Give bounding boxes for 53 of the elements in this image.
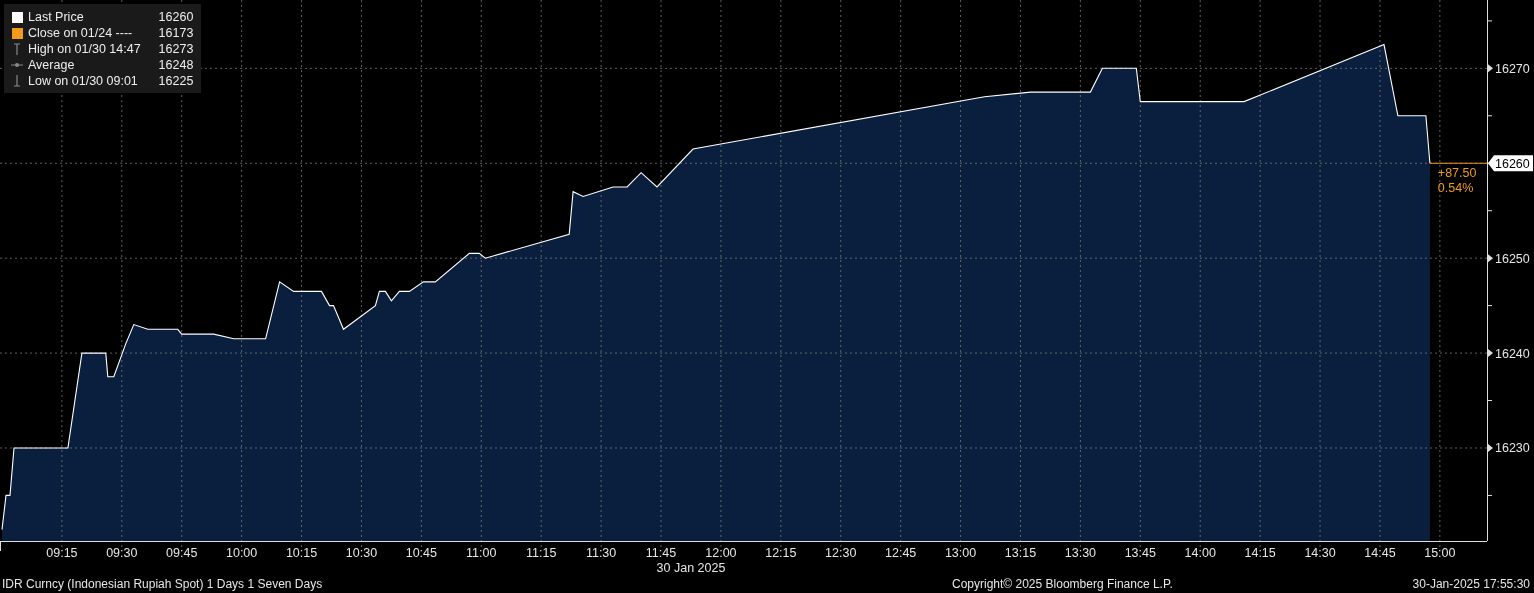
axis-label: 09:30 xyxy=(106,546,138,560)
copyright-text: Copyright© 2025 Bloomberg Finance L.P. xyxy=(951,577,1173,591)
y-tick-label: 16230 xyxy=(1495,441,1530,456)
axis-label: 13:00 xyxy=(944,546,977,560)
legend-label: Last Price xyxy=(28,9,85,25)
y-tick-label: 16240 xyxy=(1495,346,1530,361)
security-description: IDR Curncy (Indonesian Rupiah Spot) 1 Days 1 Seven Days xyxy=(2,577,323,591)
axis-label: 12:00 xyxy=(705,546,737,560)
axis-label: 11:15 xyxy=(526,546,557,560)
legend-value: 16173 xyxy=(157,25,194,41)
axis-label: 12:45 xyxy=(885,546,917,560)
change-percent: 0.54% xyxy=(1437,181,1474,196)
axis-label: 10:30 xyxy=(345,546,378,560)
legend-label: Average xyxy=(28,57,76,73)
axis-label: 11:45 xyxy=(645,546,677,560)
axis-label: 10:00 xyxy=(226,546,258,560)
legend-value: 16260 xyxy=(157,9,194,25)
high-marker-icon xyxy=(13,43,21,55)
y-tick-label: 16270 xyxy=(1495,61,1530,76)
average-marker-icon xyxy=(11,62,23,68)
axis-label: 16270 xyxy=(1488,61,1530,76)
axis-label: 11:00 xyxy=(466,546,497,560)
legend-value: 16248 xyxy=(157,57,194,73)
axis-label: 09:45 xyxy=(166,546,198,560)
legend-value: 16225 xyxy=(157,73,194,89)
low-marker-icon xyxy=(13,75,21,87)
axis-label: 16250 xyxy=(1488,251,1530,266)
axis-label: 12:15 xyxy=(765,546,797,560)
legend-label: High on 01/30 14:47 xyxy=(28,41,141,57)
axis-label: 09:15 xyxy=(46,546,78,560)
axis-label: 16240 xyxy=(1488,346,1530,361)
axis-label: 16230 xyxy=(1488,441,1530,456)
axis-label: 14:45 xyxy=(1364,546,1396,560)
y-tick-label: 16250 xyxy=(1495,251,1530,266)
y-tick-label: 16260 xyxy=(1495,156,1530,171)
axis-label: 10:15 xyxy=(285,546,318,560)
axis-label: 14:00 xyxy=(1184,546,1216,560)
axis-label: 14:15 xyxy=(1244,546,1276,560)
axis-label: 10:45 xyxy=(405,546,437,560)
axis-label: 13:15 xyxy=(1004,546,1037,560)
legend-label: Close on 01/24 ---- xyxy=(28,25,134,41)
axis-label: 13:30 xyxy=(1064,546,1097,560)
legend-value: 16273 xyxy=(157,41,194,57)
axis-label: 14:30 xyxy=(1304,546,1336,560)
date-label: 30 Jan 2025 xyxy=(656,561,726,575)
axis-label: 11:30 xyxy=(585,546,617,560)
axis-label: 12:30 xyxy=(825,546,857,560)
change-value: +87.50 xyxy=(1437,166,1477,181)
axis-label: 13:45 xyxy=(1124,546,1156,560)
timestamp: 30-Jan-2025 17:55:30 xyxy=(1412,577,1530,591)
axis-label: 15:00 xyxy=(1424,546,1456,560)
legend-label: Low on 01/30 09:01 xyxy=(28,73,139,89)
last-price-tag: 16260 xyxy=(1488,155,1533,172)
